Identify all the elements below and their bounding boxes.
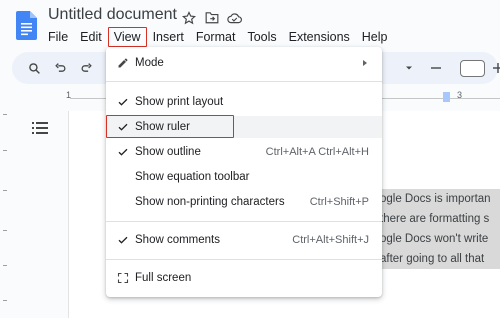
menu-item-label: Show outline bbox=[135, 146, 201, 158]
menu-item-shortcut: Ctrl+Shift+P bbox=[309, 196, 369, 208]
menu-format[interactable]: Format bbox=[190, 27, 242, 47]
menu-item-label: Mode bbox=[135, 57, 164, 69]
document-title[interactable]: Untitled document bbox=[48, 6, 177, 24]
text-line: ogle Docs is importan bbox=[380, 189, 500, 209]
menu-item-label: Show comments bbox=[135, 234, 221, 246]
submenu-arrow-icon bbox=[363, 60, 367, 66]
menu-extensions[interactable]: Extensions bbox=[283, 27, 356, 47]
vertical-ruler[interactable] bbox=[0, 110, 10, 318]
text-line: ogle Docs won't write bbox=[380, 229, 500, 249]
docs-logo-icon[interactable] bbox=[16, 11, 37, 40]
star-icon[interactable] bbox=[181, 10, 196, 25]
check-icon bbox=[118, 236, 128, 244]
menu-insert[interactable]: Insert bbox=[147, 27, 190, 47]
show-ruler-highlight bbox=[106, 115, 234, 138]
menu-item-show-print-layout[interactable]: Show print layout bbox=[106, 91, 382, 113]
ruler-number: 1 bbox=[66, 90, 72, 100]
menu-help[interactable]: Help bbox=[356, 27, 394, 47]
menu-item-show-outline[interactable]: Show outline Ctrl+Alt+A Ctrl+Alt+H bbox=[106, 141, 382, 163]
menu-file[interactable]: File bbox=[42, 27, 74, 47]
font-size-input[interactable] bbox=[460, 60, 485, 77]
check-icon bbox=[118, 148, 128, 156]
view-menu-dropdown: Mode Show print layout Show ruler Show o… bbox=[106, 47, 382, 297]
menu-separator bbox=[106, 81, 382, 82]
document-body-text[interactable]: ogle Docs is importan there are formatti… bbox=[380, 189, 500, 269]
decrease-font-size-icon[interactable] bbox=[428, 60, 444, 76]
ruler-number: 3 bbox=[457, 90, 463, 100]
menu-item-show-non-printing-characters[interactable]: Show non-printing characters Ctrl+Shift+… bbox=[106, 191, 382, 213]
menu-item-shortcut: Ctrl+Alt+Shift+J bbox=[292, 234, 369, 246]
ruler-margin-marker[interactable] bbox=[443, 92, 450, 102]
search-icon[interactable] bbox=[26, 60, 42, 76]
pencil-icon bbox=[118, 58, 128, 68]
redo-icon[interactable] bbox=[78, 60, 94, 76]
menu-item-label: Show equation toolbar bbox=[135, 171, 250, 183]
menu-item-label: Show non-printing characters bbox=[135, 196, 285, 208]
fullscreen-icon bbox=[117, 272, 129, 284]
menu-item-show-comments[interactable]: Show comments Ctrl+Alt+Shift+J bbox=[106, 229, 382, 251]
undo-icon[interactable] bbox=[52, 60, 68, 76]
increase-font-size-icon[interactable] bbox=[490, 60, 500, 76]
text-line: after going to all that bbox=[380, 249, 500, 269]
menu-item-shortcut: Ctrl+Alt+A Ctrl+Alt+H bbox=[265, 146, 369, 158]
menubar: File Edit View Insert Format Tools Exten… bbox=[42, 27, 394, 47]
outline-icon[interactable] bbox=[32, 121, 48, 135]
font-size-dropdown-icon[interactable] bbox=[401, 60, 417, 76]
menu-item-label: Full screen bbox=[135, 272, 192, 284]
menu-item-mode[interactable]: Mode bbox=[106, 52, 382, 74]
menu-tools[interactable]: Tools bbox=[241, 27, 282, 47]
menu-view[interactable]: View bbox=[107, 27, 147, 47]
text-line: there are formatting s bbox=[380, 209, 500, 229]
menu-item-show-equation-toolbar[interactable]: Show equation toolbar bbox=[106, 166, 382, 188]
menu-item-full-screen[interactable]: Full screen bbox=[106, 267, 382, 289]
cloud-saved-icon[interactable] bbox=[227, 10, 242, 25]
menu-separator bbox=[106, 221, 382, 222]
check-icon bbox=[118, 98, 128, 106]
menu-separator bbox=[106, 259, 382, 260]
move-folder-icon[interactable] bbox=[204, 10, 219, 25]
menu-item-label: Show print layout bbox=[135, 96, 224, 108]
menu-edit[interactable]: Edit bbox=[74, 27, 108, 47]
